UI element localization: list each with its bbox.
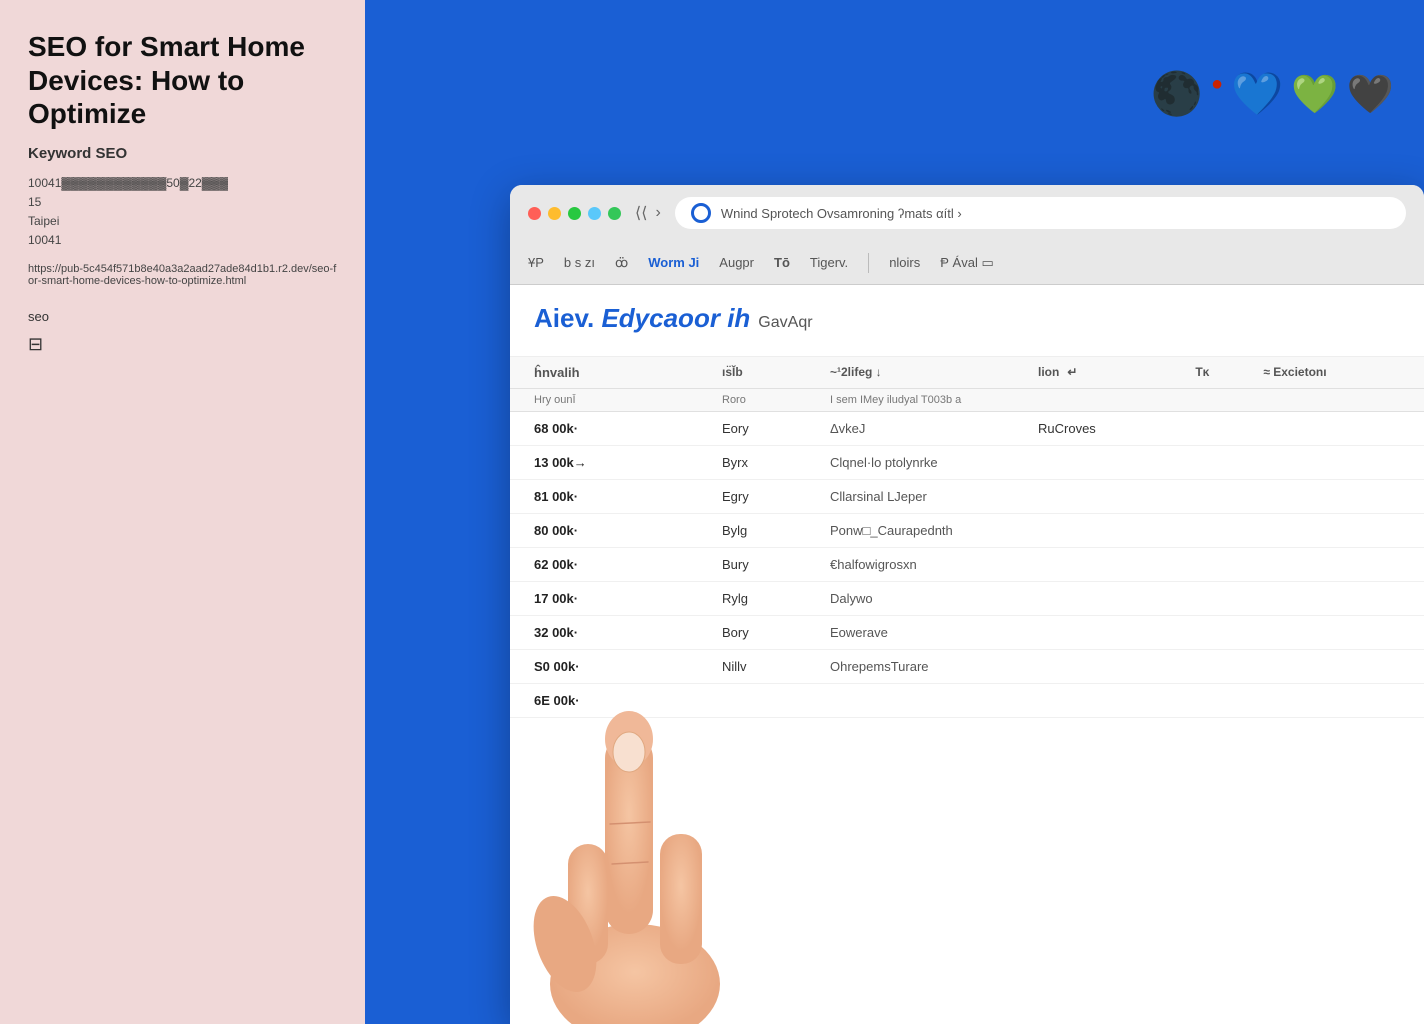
col-header-1: ıs̈Ĭb xyxy=(722,365,822,380)
toolbar-item-0[interactable]: ҰΡ xyxy=(528,255,544,270)
col-header-4: ↵ xyxy=(1067,365,1187,380)
row-intent: €halfowigrosxn xyxy=(830,557,1030,572)
browser-chrome: ⟨⟨ › Wnind Sprotech Ovsamroning ʔmats αí… xyxy=(510,185,1424,241)
meta-line3: Taipei xyxy=(28,212,337,231)
row-title: RuCroves xyxy=(1038,421,1096,436)
col-header-3: lion xyxy=(1038,365,1059,380)
sub-col-2: I sem IMey iludyal T003b a xyxy=(830,394,1030,406)
col-header-5: Tĸ xyxy=(1195,365,1255,380)
toolbar-item-worn[interactable]: Worm Ji xyxy=(648,255,699,270)
table-row[interactable]: 68 00k· Eory ΔvkеJ RuCroves xyxy=(510,412,1424,446)
address-circle-icon xyxy=(691,203,711,223)
col-header-0: ĥnvalih xyxy=(534,365,714,380)
toolbar-item-nloirs[interactable]: nloirs xyxy=(889,255,920,270)
row-keyword: Bury xyxy=(722,557,822,572)
toolbar-item-to[interactable]: Tō xyxy=(774,255,790,270)
keyword-label: Keyword SEO xyxy=(28,145,337,162)
row-vol: 13 00k→ xyxy=(534,455,714,470)
address-text: Wnind Sprotech Ovsamroning ʔmats αítl › xyxy=(721,206,962,221)
page-title-area: Aiev. Edycaoor ih GavAqr xyxy=(534,303,1400,334)
title-part1: Aiev. xyxy=(534,303,594,333)
hand-finger-illustration xyxy=(510,604,760,1024)
browser-nav: ⟨⟨ › xyxy=(635,203,661,223)
main-area: 🌑 ● 💙 💚 🖤 ⟨⟨ › Wnind Sprotech Ovsamronin… xyxy=(365,0,1424,1024)
col-header-2: ~¹2lifeg ↓ xyxy=(830,365,1030,380)
row-keyword: Egry xyxy=(722,489,822,504)
sidebar: SEO for Smart Home Devices: How to Optim… xyxy=(0,0,365,1024)
sidebar-tag: seo xyxy=(28,309,337,324)
row-vol: 62 00k· xyxy=(534,557,714,572)
deco-icon-1: 🌑 xyxy=(1151,70,1203,119)
traffic-light-yellow[interactable] xyxy=(548,207,561,220)
row-vol: 68 00k· xyxy=(534,421,714,436)
page-main-title: Aiev. Edycaoor ih xyxy=(534,303,750,334)
deco-icon-4: 💚 xyxy=(1291,73,1338,117)
row-intent: Eowerave xyxy=(830,625,1030,640)
toolbar-item-tiger[interactable]: Tigerv. xyxy=(810,255,848,270)
row-intent: OhrepemsTurare xyxy=(830,659,1030,674)
sub-col-0: Hry ounĪ xyxy=(534,394,714,406)
row-vol: 81 00k· xyxy=(534,489,714,504)
toolbar-item-aural[interactable]: Ᵽ Ával ▭ xyxy=(940,255,993,271)
table-row[interactable]: 81 00k· Egry Cllarsinal LJeper xyxy=(510,480,1424,514)
deco-icon-3: 💙 xyxy=(1231,70,1283,119)
toolbar-item-2[interactable]: ꝏ̈ xyxy=(615,255,628,271)
row-keyword: Byrx xyxy=(722,455,822,470)
address-bar[interactable]: Wnind Sprotech Ovsamroning ʔmats αítl › xyxy=(675,197,1406,229)
table-header-row: ĥnvalih ıs̈Ĭb ~¹2lifeg ↓ lion ↵ Tĸ ≈ Exc… xyxy=(510,357,1424,389)
row-vol: 80 00k· xyxy=(534,523,714,538)
toolbar-item-1[interactable]: b s zı xyxy=(564,255,595,270)
browser-toolbar: ҰΡ b s zı ꝏ̈ Worm Ji Augpr Tō Tigerv. nl… xyxy=(510,241,1424,285)
traffic-light-green[interactable] xyxy=(568,207,581,220)
title-part2: Edycaoor xyxy=(601,303,720,333)
row-intent: ΔvkеJ xyxy=(830,421,1030,436)
col-header-6: ≈ Excietonı xyxy=(1263,365,1423,380)
table-row[interactable]: 13 00k→ Byrx Clqnel·lo ptolynrke xyxy=(510,446,1424,480)
sidebar-url: https://pub-5c454f571b8e40a3a2aad27ade84… xyxy=(28,263,337,287)
traffic-lights xyxy=(528,207,621,220)
row-intent: Ponw□_Caurapednth xyxy=(830,523,1030,538)
sidebar-tag-icon: ⊟ xyxy=(28,334,337,355)
row-intent: Cllarsinal LJeper xyxy=(830,489,1030,504)
sidebar-meta: 10041▓▓▓▓▓▓▓▓▓▓▓▓50▓22▓▓▓ 15 Taipei 1004… xyxy=(28,174,337,251)
traffic-light-red[interactable] xyxy=(528,207,541,220)
page-subtitle: GavAqr xyxy=(758,314,812,332)
row-keyword: Bylg xyxy=(722,523,822,538)
page-title: SEO for Smart Home Devices: How to Optim… xyxy=(28,30,337,131)
sub-col-1: Roro xyxy=(722,394,822,406)
meta-line1: 10041▓▓▓▓▓▓▓▓▓▓▓▓50▓22▓▓▓ xyxy=(28,174,337,193)
nav-forward[interactable]: › xyxy=(655,204,660,222)
table-row[interactable]: 80 00k· Bylg Ponw□_Caurapednth xyxy=(510,514,1424,548)
title-part3: ih xyxy=(727,303,750,333)
deco-icon-2: ● xyxy=(1211,73,1223,96)
row-intent: Clqnel·lo ptolynrke xyxy=(830,455,1030,470)
meta-line4: 10041 xyxy=(28,231,337,250)
deco-icon-5: 🖤 xyxy=(1347,73,1394,117)
table-row[interactable]: 62 00k· Bury €halfowigrosxn xyxy=(510,548,1424,582)
row-intent: Dalywo xyxy=(830,591,1030,606)
top-decoration-icons: 🌑 ● 💙 💚 🖤 xyxy=(1151,70,1394,119)
page-header: Aiev. Edycaoor ih GavAqr xyxy=(510,285,1424,357)
meta-line2: 15 xyxy=(28,193,337,212)
nav-back[interactable]: ⟨⟨ xyxy=(635,203,647,223)
toolbar-divider xyxy=(868,253,869,273)
toolbar-item-augpr[interactable]: Augpr xyxy=(719,255,754,270)
traffic-light-blue xyxy=(588,207,601,220)
table-subheader: Hry ounĪ Roro I sem IMey iludyal T003b a xyxy=(510,389,1424,412)
row-keyword: Eory xyxy=(722,421,822,436)
traffic-light-teal xyxy=(608,207,621,220)
